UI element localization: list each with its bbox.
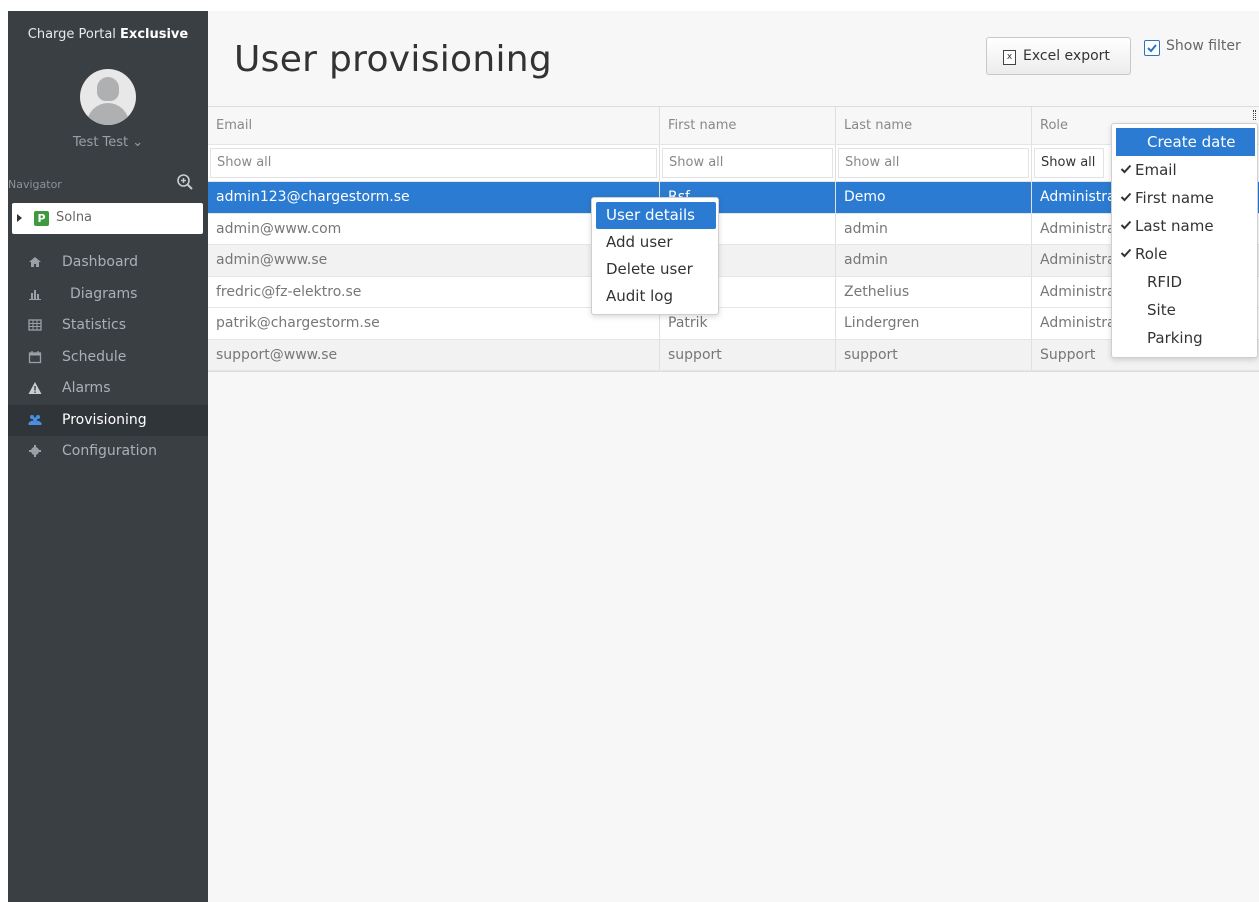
excel-export-button[interactable]: x Excel export <box>986 37 1131 75</box>
column-option-label: Role <box>1135 245 1168 263</box>
brand-bold: Exclusive <box>120 27 189 42</box>
sidebar-item-schedule[interactable]: Schedule <box>8 342 208 374</box>
site-selector[interactable]: P Solna <box>12 203 203 234</box>
brand-title: Charge Portal Exclusive <box>8 27 208 42</box>
column-header-email[interactable]: Email <box>208 107 660 144</box>
column-option-parking[interactable]: Parking <box>1116 324 1255 352</box>
column-option-site[interactable]: Site <box>1116 296 1255 324</box>
sidebar-nav: Dashboard Diagrams Statistics Schedule A… <box>8 247 208 468</box>
show-filter-label: Show filter <box>1166 38 1241 54</box>
bar-chart-icon <box>28 287 42 301</box>
sidebar: Charge Portal Exclusive Test Test ⌄ Navi… <box>8 11 208 902</box>
app-window: Charge Portal Exclusive Test Test ⌄ Navi… <box>0 0 1259 902</box>
users-icon <box>28 413 42 427</box>
table-row[interactable]: patrik@chargestorm.se Patrik Lindergren … <box>208 308 1259 340</box>
column-option-label: Email <box>1135 161 1177 179</box>
expand-triangle-icon[interactable] <box>17 214 22 222</box>
filter-last-name-input[interactable]: Show all <box>838 148 1029 178</box>
table-filter-row: Show all Show all Show all Show all <box>208 145 1259 182</box>
column-option-label: Parking <box>1147 329 1203 347</box>
checkmark-icon <box>1120 240 1132 268</box>
sidebar-item-diagrams[interactable]: Diagrams <box>8 279 208 311</box>
users-table: Email First name Last name Role Show all… <box>208 106 1259 372</box>
sidebar-item-label: Statistics <box>62 317 126 333</box>
cell-last-name: Zethelius <box>836 276 1032 307</box>
cell-email: support@www.se <box>208 339 660 370</box>
table-icon <box>28 318 42 332</box>
table-header-row: Email First name Last name Role <box>208 107 1259 145</box>
show-filter-checkbox[interactable] <box>1144 40 1160 56</box>
checkmark-icon <box>1120 212 1132 240</box>
sidebar-item-dashboard[interactable]: Dashboard <box>8 247 208 279</box>
home-icon <box>28 255 42 269</box>
table-row[interactable]: admin123@chargestorm.se Rsf Demo Adminis… <box>208 182 1259 214</box>
sidebar-item-label: Alarms <box>62 380 111 396</box>
parking-icon: P <box>34 211 49 226</box>
column-option-email[interactable]: Email <box>1116 156 1255 184</box>
zoom-in-icon[interactable] <box>176 173 194 191</box>
menu-item-user-details[interactable]: User details <box>596 202 716 229</box>
column-option-rfid[interactable]: RFID <box>1116 268 1255 296</box>
column-option-label: Create date <box>1147 133 1236 151</box>
cell-last-name: Demo <box>836 182 1032 213</box>
filter-cell-last-name: Show all <box>836 145 1032 181</box>
page-title: User provisioning <box>234 39 553 80</box>
column-option-last-name[interactable]: Last name <box>1116 212 1255 240</box>
column-option-first-name[interactable]: First name <box>1116 184 1255 212</box>
avatar[interactable] <box>80 69 136 125</box>
filter-role-input[interactable]: Show all <box>1034 148 1104 178</box>
menu-item-audit-log[interactable]: Audit log <box>596 283 716 310</box>
column-header-first-name[interactable]: First name <box>660 107 836 144</box>
table-row[interactable]: fredric@fz-elektro.se Zethelius Administ… <box>208 276 1259 308</box>
table-row[interactable]: admin@www.com admin Administrator <box>208 213 1259 245</box>
main-content: User provisioning x Excel export Show fi… <box>208 11 1259 902</box>
avatar-body-shape <box>87 103 129 125</box>
sidebar-item-label: Dashboard <box>62 254 138 270</box>
table-row[interactable]: support@www.se support support Support <box>208 339 1259 371</box>
table-row[interactable]: admin@www.se admin Administrator <box>208 245 1259 277</box>
navigator-label: Navigator <box>8 178 62 191</box>
sidebar-item-alarms[interactable]: Alarms <box>8 373 208 405</box>
site-name: Solna <box>56 210 93 225</box>
sidebar-item-label: Provisioning <box>62 411 147 428</box>
filter-first-name-input[interactable]: Show all <box>662 148 833 178</box>
column-chooser-grip-icon[interactable] <box>1253 110 1256 120</box>
gear-icon <box>28 444 42 458</box>
checkmark-icon <box>1120 184 1132 212</box>
checkmark-icon <box>1120 156 1132 184</box>
cell-first-name: support <box>660 339 836 370</box>
avatar-head-shape <box>97 77 119 101</box>
cell-last-name: support <box>836 339 1032 370</box>
column-chooser-menu: Create date Email First name Last name R… <box>1111 123 1258 358</box>
row-context-menu: User details Add user Delete user Audit … <box>591 197 719 315</box>
column-option-create-date[interactable]: Create date <box>1116 128 1255 156</box>
sidebar-item-statistics[interactable]: Statistics <box>8 310 208 342</box>
calendar-icon <box>28 350 42 364</box>
column-header-last-name[interactable]: Last name <box>836 107 1032 144</box>
cell-last-name: admin <box>836 213 1032 244</box>
filter-cell-email: Show all <box>208 145 660 181</box>
column-option-role[interactable]: Role <box>1116 240 1255 268</box>
sidebar-item-label: Diagrams <box>70 285 138 302</box>
column-option-label: Last name <box>1135 217 1214 235</box>
warning-icon <box>28 381 42 395</box>
brand-regular: Charge Portal <box>27 27 116 42</box>
cell-last-name: Lindergren <box>836 308 1032 339</box>
menu-item-add-user[interactable]: Add user <box>596 229 716 256</box>
filter-cell-first-name: Show all <box>660 145 836 181</box>
excel-file-icon: x <box>1003 50 1016 65</box>
column-option-label: Site <box>1147 301 1176 319</box>
sidebar-item-configuration[interactable]: Configuration <box>8 436 208 468</box>
column-option-label: First name <box>1135 189 1214 207</box>
excel-export-label: Excel export <box>1023 48 1110 64</box>
sidebar-item-label: Schedule <box>62 348 127 365</box>
sidebar-item-provisioning[interactable]: Provisioning <box>8 404 208 436</box>
cell-last-name: admin <box>836 245 1032 276</box>
column-option-label: RFID <box>1147 273 1183 291</box>
sidebar-item-label: Configuration <box>62 443 157 459</box>
menu-item-delete-user[interactable]: Delete user <box>596 256 716 283</box>
filter-email-input[interactable]: Show all <box>210 148 657 178</box>
user-menu-toggle[interactable]: Test Test ⌄ <box>8 135 208 150</box>
